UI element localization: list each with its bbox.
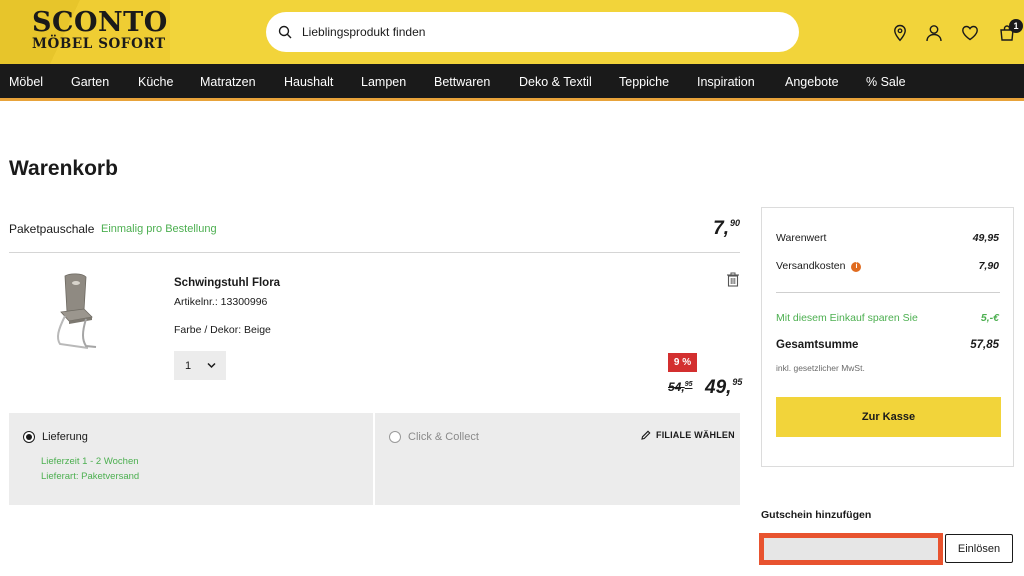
old-price-cents: 95 <box>684 381 693 388</box>
map-pin-icon[interactable] <box>891 24 909 42</box>
search-icon <box>278 25 292 39</box>
heart-icon[interactable] <box>961 24 979 42</box>
product-article-number: Artikelnr.: 13300996 <box>174 296 268 308</box>
nav-item-haushalt[interactable]: Haushalt <box>284 75 333 89</box>
item-price-cents: 95 <box>732 377 743 387</box>
logo-bottom-text: MÖBEL SOFORT <box>32 36 166 52</box>
quantity-value: 1 <box>185 359 192 372</box>
shipping-cost-text: Versandkosten <box>776 260 846 272</box>
logo-top-text: SCONTO <box>32 7 168 38</box>
nav-item-moebel[interactable]: Möbel <box>9 75 43 89</box>
choose-store-link[interactable]: FILIALE WÄHLEN <box>641 430 735 440</box>
user-icon[interactable] <box>925 24 943 42</box>
trash-icon[interactable] <box>726 272 740 287</box>
shipping-fee-price-cents: 90 <box>729 218 740 228</box>
product-name[interactable]: Schwingstuhl Flora <box>174 277 280 289</box>
delivery-type: Lieferart: Paketversand <box>41 471 140 482</box>
tax-note: inkl. gesetzlicher MwSt. <box>776 363 865 373</box>
order-summary: Warenwert 49,95 Versandkosten i 7,90 Mit … <box>761 207 1014 467</box>
quantity-select[interactable]: 1 <box>174 351 226 380</box>
shipping-fee-price: 7,90 <box>713 218 740 240</box>
item-price-main: 49, <box>705 377 732 398</box>
old-price: 54,95 <box>668 380 692 394</box>
subtotal-label: Warenwert <box>776 232 827 244</box>
nav-item-sale[interactable]: % Sale <box>866 75 906 89</box>
product-color: Farbe / Dekor: Beige <box>174 324 271 336</box>
savings-label: Mit diesem Einkauf sparen Sie <box>776 312 918 324</box>
site-header: SCONTO MÖBEL SOFORT 1 <box>0 0 1024 64</box>
old-price-main: 54, <box>668 380 685 394</box>
click-collect-radio[interactable] <box>389 431 401 443</box>
nav-item-angebote[interactable]: Angebote <box>785 75 839 89</box>
delivery-radio[interactable] <box>23 431 35 443</box>
choose-store-label: FILIALE WÄHLEN <box>656 430 735 440</box>
product-image[interactable] <box>48 272 104 354</box>
shipping-fee-note: Einmalig pro Bestellung <box>101 223 217 235</box>
nav-item-kueche[interactable]: Küche <box>138 75 173 89</box>
page-title: Warenkorb <box>9 157 118 180</box>
summary-divider <box>776 292 1000 293</box>
search-input[interactable] <box>302 25 772 39</box>
nav-item-inspiration[interactable]: Inspiration <box>697 75 755 89</box>
shipping-fee-price-main: 7, <box>713 218 729 239</box>
cart-count-badge: 1 <box>1009 19 1023 33</box>
nav-item-bettwaren[interactable]: Bettwaren <box>434 75 490 89</box>
redeem-voucher-button[interactable]: Einlösen <box>945 534 1013 563</box>
shipping-fee-label: Paketpauschale <box>9 222 95 236</box>
shipping-fee-row: Paketpauschale Einmalig pro Bestellung 7… <box>9 218 740 253</box>
total-label: Gesamtsumme <box>776 339 859 351</box>
click-collect-label[interactable]: Click & Collect <box>408 431 479 443</box>
nav-item-teppiche[interactable]: Teppiche <box>619 75 669 89</box>
discount-badge: 9 % <box>668 353 697 372</box>
sconto-logo[interactable]: SCONTO MÖBEL SOFORT <box>32 9 168 52</box>
chevron-down-icon <box>207 362 216 369</box>
main-navigation: Möbel Garten Küche Matratzen Haushalt La… <box>0 64 1024 101</box>
delivery-option-label[interactable]: Lieferung <box>42 431 88 443</box>
savings-value: 5,-€ <box>980 312 999 324</box>
nav-item-matratzen[interactable]: Matratzen <box>200 75 256 89</box>
info-icon[interactable]: i <box>851 262 862 272</box>
checkout-button[interactable]: Zur Kasse <box>776 397 1001 437</box>
nav-item-deko-textil[interactable]: Deko & Textil <box>519 75 592 89</box>
voucher-code-input[interactable] <box>759 533 943 565</box>
voucher-title: Gutschein hinzufügen <box>761 509 872 521</box>
pencil-icon <box>641 430 651 440</box>
delivery-divider <box>373 413 375 505</box>
delivery-time: Lieferzeit 1 - 2 Wochen <box>41 456 139 467</box>
nav-item-lampen[interactable]: Lampen <box>361 75 406 89</box>
subtotal-value: 49,95 <box>972 232 999 244</box>
shipping-cost-label: Versandkosten i <box>776 260 862 272</box>
nav-item-garten[interactable]: Garten <box>71 75 109 89</box>
shipping-cost-value: 7,90 <box>978 260 999 272</box>
search-bar[interactable] <box>266 12 799 52</box>
total-value: 57,85 <box>970 339 999 351</box>
item-price: 49,95 <box>705 377 742 399</box>
